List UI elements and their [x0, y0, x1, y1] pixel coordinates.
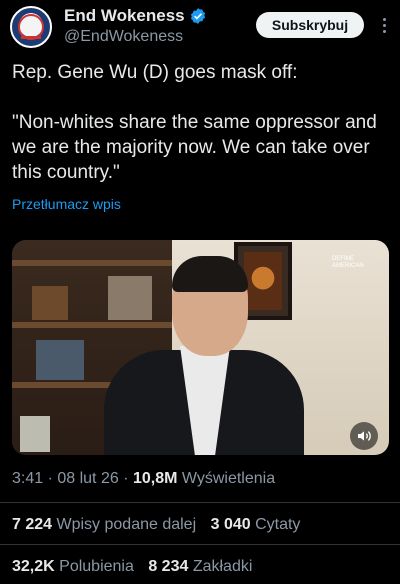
bookmarks-stat[interactable]: 8 234 Zakładki	[148, 558, 252, 575]
views-count: 10,8M	[132, 470, 178, 487]
tweet-text-line-1: Rep. Gene Wu (D) goes mask off:	[12, 62, 298, 83]
author-display-name[interactable]: End Wokeness	[64, 6, 185, 26]
post-meta: 3:41 · 08 lut 26 · 10,8M Wyświetlenia	[12, 470, 275, 488]
views-label: Wyświetlenia	[177, 470, 276, 487]
reposts-stat[interactable]: 7 224 Wpisy podane dalej	[12, 516, 196, 533]
likes-label: Polubienia	[54, 558, 134, 575]
bookmarks-count: 8 234	[148, 558, 189, 575]
verified-badge-icon	[190, 8, 205, 24]
divider	[0, 544, 400, 545]
tweet-text-quote: "Non-whites share the same oppressor and…	[12, 112, 377, 183]
sound-toggle-icon[interactable]	[350, 422, 378, 450]
author-name-row[interactable]: End Wokeness	[64, 6, 207, 26]
more-options-icon[interactable]	[374, 12, 394, 38]
likes-bookmarks-stats: 32,2K Polubienia 8 234 Zakładki	[12, 558, 252, 576]
repost-quote-stats: 7 224 Wpisy podane dalej 3 040 Cytaty	[12, 516, 300, 534]
quotes-count: 3 040	[210, 516, 251, 533]
quotes-stat[interactable]: 3 040 Cytaty	[211, 516, 301, 533]
divider	[0, 502, 400, 503]
watermark-line-2: AMERICAN	[332, 263, 364, 269]
bookmarks-label: Zakładki	[188, 558, 253, 575]
quotes-label: Cytaty	[250, 516, 301, 533]
video-watermark: DEFINE AMERICAN	[332, 256, 372, 270]
meta-separator: ·	[43, 470, 58, 487]
reposts-count: 7 224	[12, 516, 53, 533]
video-player[interactable]: DEFINE AMERICAN	[12, 240, 389, 455]
author-handle[interactable]: @EndWokeness	[64, 28, 183, 46]
tweet-header: End Wokeness @EndWokeness Subskrybuj	[0, 0, 400, 56]
tweet-text: Rep. Gene Wu (D) goes mask off: "Non-whi…	[12, 60, 390, 185]
avatar[interactable]	[10, 6, 52, 48]
likes-stat[interactable]: 32,2K Polubienia	[12, 558, 134, 575]
post-date[interactable]: 08 lut 26	[57, 470, 118, 487]
avatar-stripe	[21, 36, 41, 39]
meta-separator: ·	[118, 470, 133, 487]
watermark-line-1: DEFINE	[332, 256, 355, 262]
post-time[interactable]: 3:41	[12, 470, 43, 487]
translate-post-link[interactable]: Przetłumacz wpis	[12, 196, 121, 212]
likes-count: 32,2K	[12, 558, 55, 575]
subscribe-button[interactable]: Subskrybuj	[256, 12, 364, 38]
reposts-label: Wpisy podane dalej	[52, 516, 197, 533]
